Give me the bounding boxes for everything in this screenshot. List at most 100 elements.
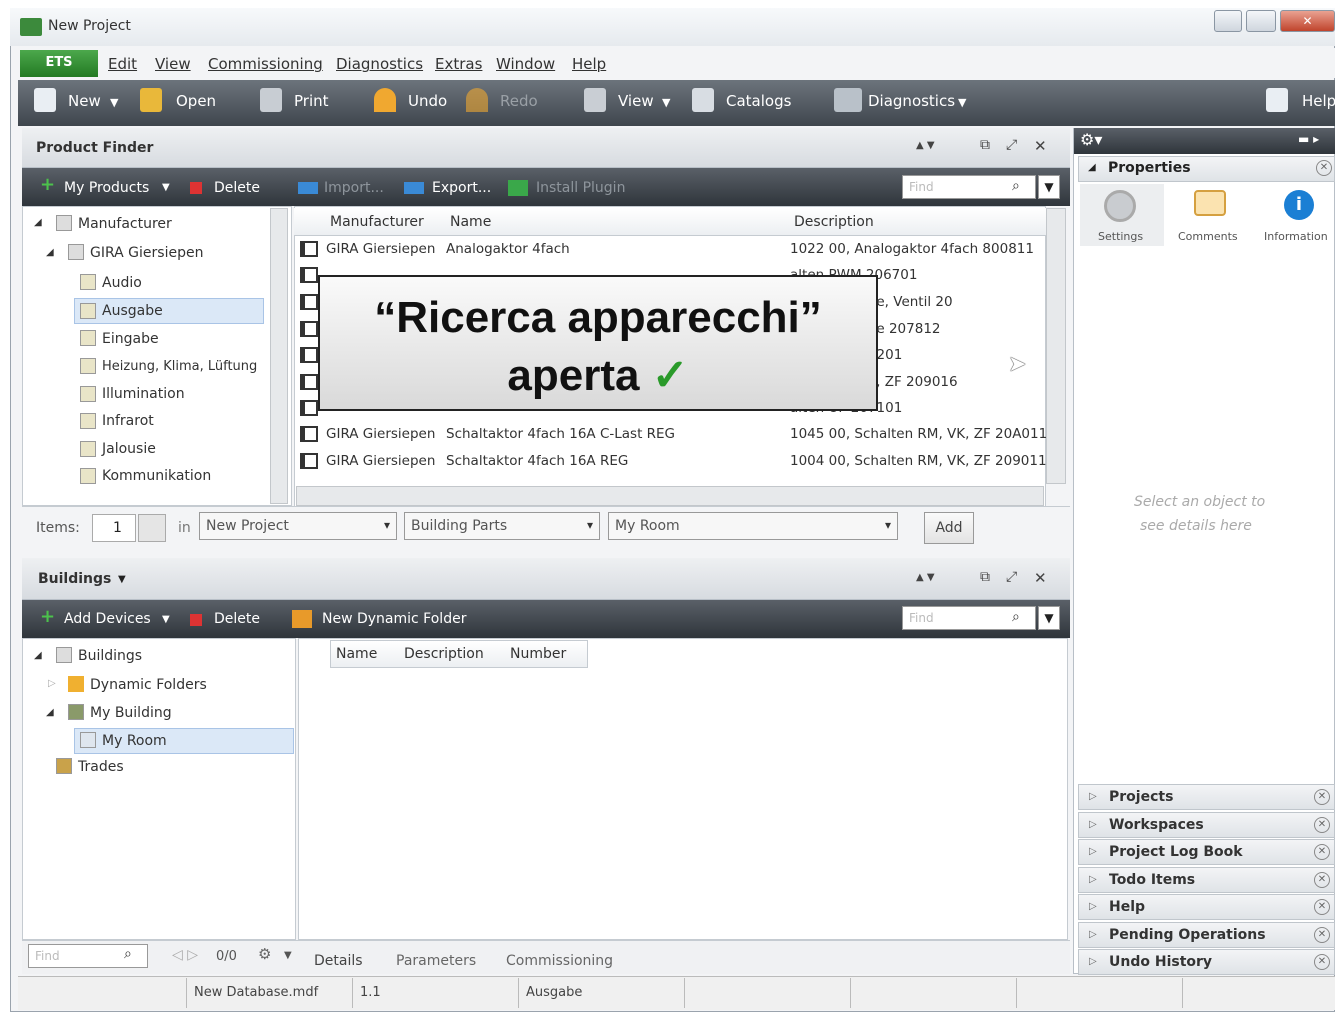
tab-parameters[interactable]: Parameters bbox=[396, 953, 476, 969]
column-name[interactable]: Name bbox=[450, 214, 491, 230]
print-button[interactable]: Print bbox=[294, 92, 329, 110]
settings-gear-icon[interactable]: ⚙▾ bbox=[1080, 130, 1102, 149]
panel-maximize-icon[interactable]: ⤢ bbox=[1006, 137, 1017, 153]
menu-help[interactable]: Help bbox=[572, 55, 606, 73]
search-icon[interactable]: ⌕ bbox=[1012, 178, 1020, 194]
diagnostics-button[interactable]: Diagnostics bbox=[868, 92, 955, 110]
accordion-pending-operations[interactable]: ▷ Pending Operations ✕ bbox=[1078, 922, 1335, 948]
tree-item-dynamic-folders[interactable]: Dynamic Folders bbox=[90, 677, 207, 693]
panel-pin-icon[interactable]: ▬ ▸ bbox=[1298, 132, 1319, 146]
tree-item-trades[interactable]: Trades bbox=[78, 759, 124, 775]
search-icon[interactable]: ⌕ bbox=[1012, 609, 1020, 625]
close-window-button[interactable]: ✕ bbox=[1280, 10, 1335, 32]
close-icon[interactable]: ✕ bbox=[1314, 954, 1330, 970]
menu-window[interactable]: Window bbox=[496, 55, 555, 73]
menu-extras[interactable]: Extras bbox=[435, 55, 482, 73]
menu-commissioning[interactable]: Commissioning bbox=[208, 55, 323, 73]
column-name[interactable]: Name bbox=[336, 646, 377, 662]
column-number[interactable]: Number bbox=[510, 646, 566, 662]
install-plugin-button[interactable]: Install Plugin bbox=[536, 180, 625, 196]
new-button[interactable]: New bbox=[68, 92, 101, 110]
accordion-projects[interactable]: ▷ Projects ✕ bbox=[1078, 784, 1335, 810]
gear-icon[interactable]: ⚙ bbox=[258, 945, 271, 963]
panel-move-arrows-icon[interactable]: ▲ ▼ bbox=[916, 140, 935, 151]
accordion-help[interactable]: ▷ Help ✕ bbox=[1078, 894, 1335, 920]
tree-item-buildings[interactable]: Buildings bbox=[78, 648, 142, 664]
tree-expand-icon[interactable]: ◢ bbox=[46, 707, 54, 718]
close-icon[interactable]: ✕ bbox=[1314, 844, 1330, 860]
tree-item-illumination[interactable]: Illumination bbox=[102, 386, 185, 402]
search-icon[interactable]: ⌕ bbox=[124, 946, 132, 962]
tree-item-jalousie[interactable]: Jalousie bbox=[102, 441, 156, 457]
add-devices-chevron-icon[interactable]: ▼ bbox=[162, 614, 170, 625]
building-parts-select[interactable]: Building Parts bbox=[404, 512, 600, 540]
accordion-project-log-book[interactable]: ▷ Project Log Book ✕ bbox=[1078, 839, 1335, 865]
accordion-todo-items[interactable]: ▷ Todo Items ✕ bbox=[1078, 867, 1335, 893]
tree-item-heizung[interactable]: Heizung, Klima, Lüftung bbox=[102, 359, 257, 374]
import-button[interactable]: Import... bbox=[324, 180, 384, 196]
minimize-button[interactable] bbox=[1214, 10, 1242, 32]
my-products-button[interactable]: My Products bbox=[64, 180, 149, 196]
open-button[interactable]: Open bbox=[176, 92, 216, 110]
accordion-undo-history[interactable]: ▷ Undo History ✕ bbox=[1078, 949, 1335, 975]
filter-icon[interactable]: ▼ bbox=[1038, 606, 1060, 630]
close-icon[interactable]: ✕ bbox=[1314, 927, 1330, 943]
panel-float-icon[interactable]: ⧉ bbox=[980, 569, 990, 585]
panel-move-arrows-icon[interactable]: ▲ ▼ bbox=[916, 572, 935, 583]
tree-item-manufacturer[interactable]: Manufacturer bbox=[78, 216, 172, 232]
help-button[interactable]: Help bbox=[1302, 92, 1335, 110]
add-button[interactable]: Add bbox=[924, 512, 974, 544]
close-icon[interactable]: ✕ bbox=[1314, 817, 1330, 833]
menu-diagnostics[interactable]: Diagnostics bbox=[336, 55, 423, 73]
new-dropdown-chevron-icon[interactable]: ▼ bbox=[110, 96, 118, 109]
close-icon[interactable]: ✕ bbox=[1316, 160, 1332, 176]
tree-item-my-building[interactable]: My Building bbox=[90, 705, 172, 721]
gear-dropdown-chevron-icon[interactable]: ▼ bbox=[284, 950, 292, 961]
view-button[interactable]: View bbox=[618, 92, 654, 110]
tree-item-kommunikation[interactable]: Kommunikation bbox=[102, 468, 211, 484]
export-button[interactable]: Export... bbox=[432, 180, 491, 196]
previous-result-icon[interactable]: ◁ ▷ bbox=[172, 947, 198, 963]
tree-expand-icon[interactable]: ◢ bbox=[34, 650, 42, 661]
tab-settings[interactable]: Settings bbox=[1098, 230, 1143, 243]
items-quantity-input[interactable]: 1 bbox=[92, 514, 136, 542]
accordion-workspaces[interactable]: ▷ Workspaces ✕ bbox=[1078, 812, 1335, 838]
my-products-chevron-icon[interactable]: ▼ bbox=[162, 182, 170, 193]
catalogs-button[interactable]: Catalogs bbox=[726, 92, 791, 110]
tree-item-my-room[interactable]: My Room bbox=[102, 733, 167, 749]
redo-button[interactable]: Redo bbox=[500, 92, 538, 110]
undo-button[interactable]: Undo bbox=[408, 92, 447, 110]
tree-scrollbar[interactable] bbox=[270, 208, 288, 504]
close-icon[interactable]: ✕ bbox=[1314, 872, 1330, 888]
tab-details[interactable]: Details bbox=[314, 953, 363, 969]
tree-collapsed-icon[interactable]: ▷ bbox=[48, 678, 56, 689]
ets-menu-button[interactable]: ETS bbox=[20, 50, 98, 77]
delete-building-button[interactable]: Delete bbox=[214, 611, 260, 627]
close-icon[interactable]: ✕ bbox=[1314, 899, 1330, 915]
filter-icon[interactable]: ▼ bbox=[1038, 175, 1060, 199]
view-dropdown-chevron-icon[interactable]: ▼ bbox=[662, 96, 670, 109]
close-icon[interactable]: ✕ bbox=[1314, 789, 1330, 805]
add-devices-button[interactable]: Add Devices bbox=[64, 611, 151, 627]
tab-comments[interactable]: Comments bbox=[1178, 230, 1238, 243]
tree-expand-icon[interactable]: ◢ bbox=[34, 217, 42, 228]
tree-item-ausgabe[interactable]: Ausgabe bbox=[102, 303, 163, 319]
quantity-stepper[interactable] bbox=[138, 514, 166, 542]
column-manufacturer[interactable]: Manufacturer bbox=[330, 214, 424, 230]
panel-maximize-icon[interactable]: ⤢ bbox=[1006, 569, 1017, 585]
column-description[interactable]: Description bbox=[404, 646, 484, 662]
project-select[interactable]: New Project bbox=[199, 512, 397, 540]
column-description[interactable]: Description bbox=[794, 214, 874, 230]
grid-vertical-scrollbar[interactable] bbox=[1046, 208, 1066, 484]
room-select[interactable]: My Room bbox=[608, 512, 898, 540]
diagnostics-dropdown-chevron-icon[interactable]: ▼ bbox=[958, 96, 966, 109]
tab-information[interactable]: Information bbox=[1264, 230, 1328, 243]
grid-horizontal-scrollbar[interactable] bbox=[296, 486, 1044, 506]
menu-view[interactable]: View bbox=[155, 55, 191, 73]
panel-float-icon[interactable]: ⧉ bbox=[980, 137, 990, 153]
tree-expand-icon[interactable]: ◢ bbox=[46, 247, 54, 258]
tab-commissioning[interactable]: Commissioning bbox=[506, 953, 613, 969]
panel-close-icon[interactable]: ✕ bbox=[1034, 137, 1047, 155]
tree-item-eingabe[interactable]: Eingabe bbox=[102, 331, 159, 347]
buildings-title[interactable]: Buildings bbox=[38, 571, 111, 587]
